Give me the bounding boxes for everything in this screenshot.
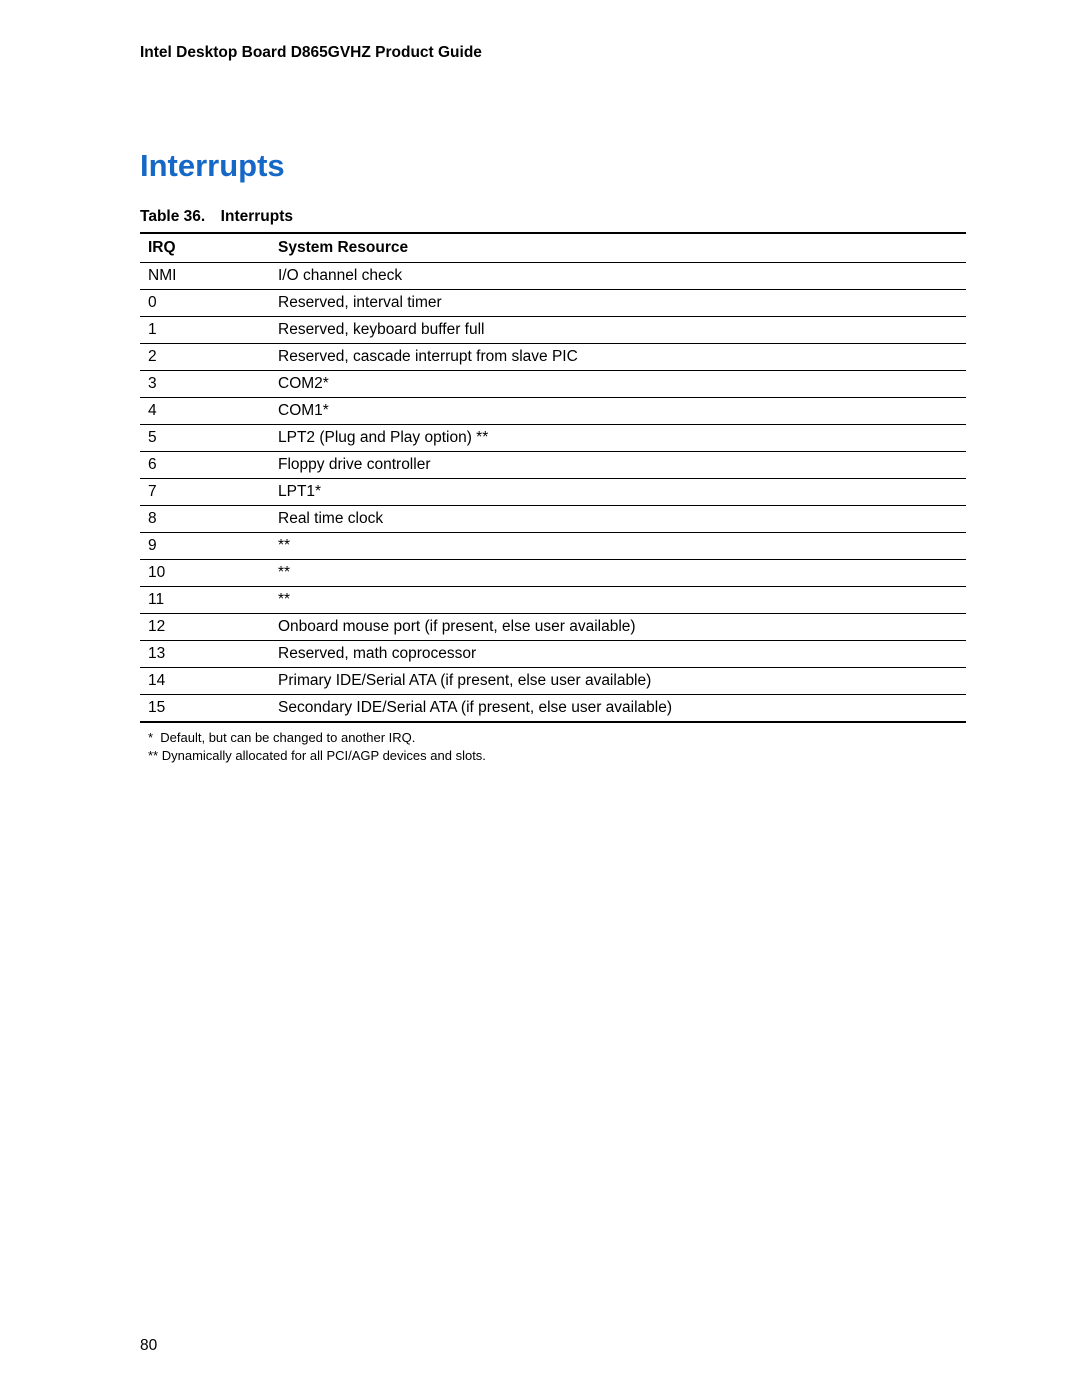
footnote-2: ** Dynamically allocated for all PCI/AGP…: [140, 747, 966, 765]
cell-resource: LPT1*: [270, 479, 966, 506]
cell-resource: Reserved, interval timer: [270, 290, 966, 317]
cell-irq: 0: [140, 290, 270, 317]
cell-resource: Floppy drive controller: [270, 452, 966, 479]
table-row: 0Reserved, interval timer: [140, 290, 966, 317]
table-row: 10**: [140, 560, 966, 587]
cell-irq: 3: [140, 371, 270, 398]
table-row: 14Primary IDE/Serial ATA (if present, el…: [140, 668, 966, 695]
cell-irq: 14: [140, 668, 270, 695]
table-row: 13Reserved, math coprocessor: [140, 641, 966, 668]
cell-resource: COM2*: [270, 371, 966, 398]
table-row: 8Real time clock: [140, 506, 966, 533]
cell-irq: NMI: [140, 263, 270, 290]
cell-irq: 1: [140, 317, 270, 344]
cell-irq: 8: [140, 506, 270, 533]
cell-irq: 5: [140, 425, 270, 452]
cell-irq: 2: [140, 344, 270, 371]
column-header-irq: IRQ: [140, 233, 270, 263]
page-number: 80: [140, 1337, 157, 1355]
cell-resource: Reserved, cascade interrupt from slave P…: [270, 344, 966, 371]
column-header-resource: System Resource: [270, 233, 966, 263]
cell-resource: Onboard mouse port (if present, else use…: [270, 614, 966, 641]
table-row: 11**: [140, 587, 966, 614]
table-row: NMII/O channel check: [140, 263, 966, 290]
cell-resource: **: [270, 587, 966, 614]
cell-resource: Primary IDE/Serial ATA (if present, else…: [270, 668, 966, 695]
table-row: 3COM2*: [140, 371, 966, 398]
table-row: 5LPT2 (Plug and Play option) **: [140, 425, 966, 452]
table-row: 1Reserved, keyboard buffer full: [140, 317, 966, 344]
footnote-1: * Default, but can be changed to another…: [140, 729, 966, 747]
table-row: 4COM1*: [140, 398, 966, 425]
cell-irq: 7: [140, 479, 270, 506]
cell-resource: I/O channel check: [270, 263, 966, 290]
running-header: Intel Desktop Board D865GVHZ Product Gui…: [140, 44, 966, 62]
section-heading: Interrupts: [140, 148, 966, 184]
footnotes: * Default, but can be changed to another…: [140, 729, 966, 764]
table-body: NMII/O channel check0Reserved, interval …: [140, 263, 966, 723]
cell-irq: 13: [140, 641, 270, 668]
table-row: 15Secondary IDE/Serial ATA (if present, …: [140, 695, 966, 723]
cell-irq: 9: [140, 533, 270, 560]
cell-resource: **: [270, 533, 966, 560]
cell-irq: 12: [140, 614, 270, 641]
interrupts-table: IRQ System Resource NMII/O channel check…: [140, 232, 966, 723]
table-row: 2Reserved, cascade interrupt from slave …: [140, 344, 966, 371]
cell-irq: 4: [140, 398, 270, 425]
cell-resource: Real time clock: [270, 506, 966, 533]
cell-irq: 11: [140, 587, 270, 614]
table-row: 12Onboard mouse port (if present, else u…: [140, 614, 966, 641]
table-row: 6Floppy drive controller: [140, 452, 966, 479]
cell-resource: **: [270, 560, 966, 587]
cell-resource: COM1*: [270, 398, 966, 425]
cell-irq: 15: [140, 695, 270, 723]
table-caption: Table 36. Interrupts: [140, 208, 966, 226]
cell-resource: Reserved, math coprocessor: [270, 641, 966, 668]
cell-resource: Secondary IDE/Serial ATA (if present, el…: [270, 695, 966, 723]
cell-resource: Reserved, keyboard buffer full: [270, 317, 966, 344]
table-row: 7LPT1*: [140, 479, 966, 506]
cell-irq: 10: [140, 560, 270, 587]
cell-irq: 6: [140, 452, 270, 479]
cell-resource: LPT2 (Plug and Play option) **: [270, 425, 966, 452]
table-row: 9**: [140, 533, 966, 560]
